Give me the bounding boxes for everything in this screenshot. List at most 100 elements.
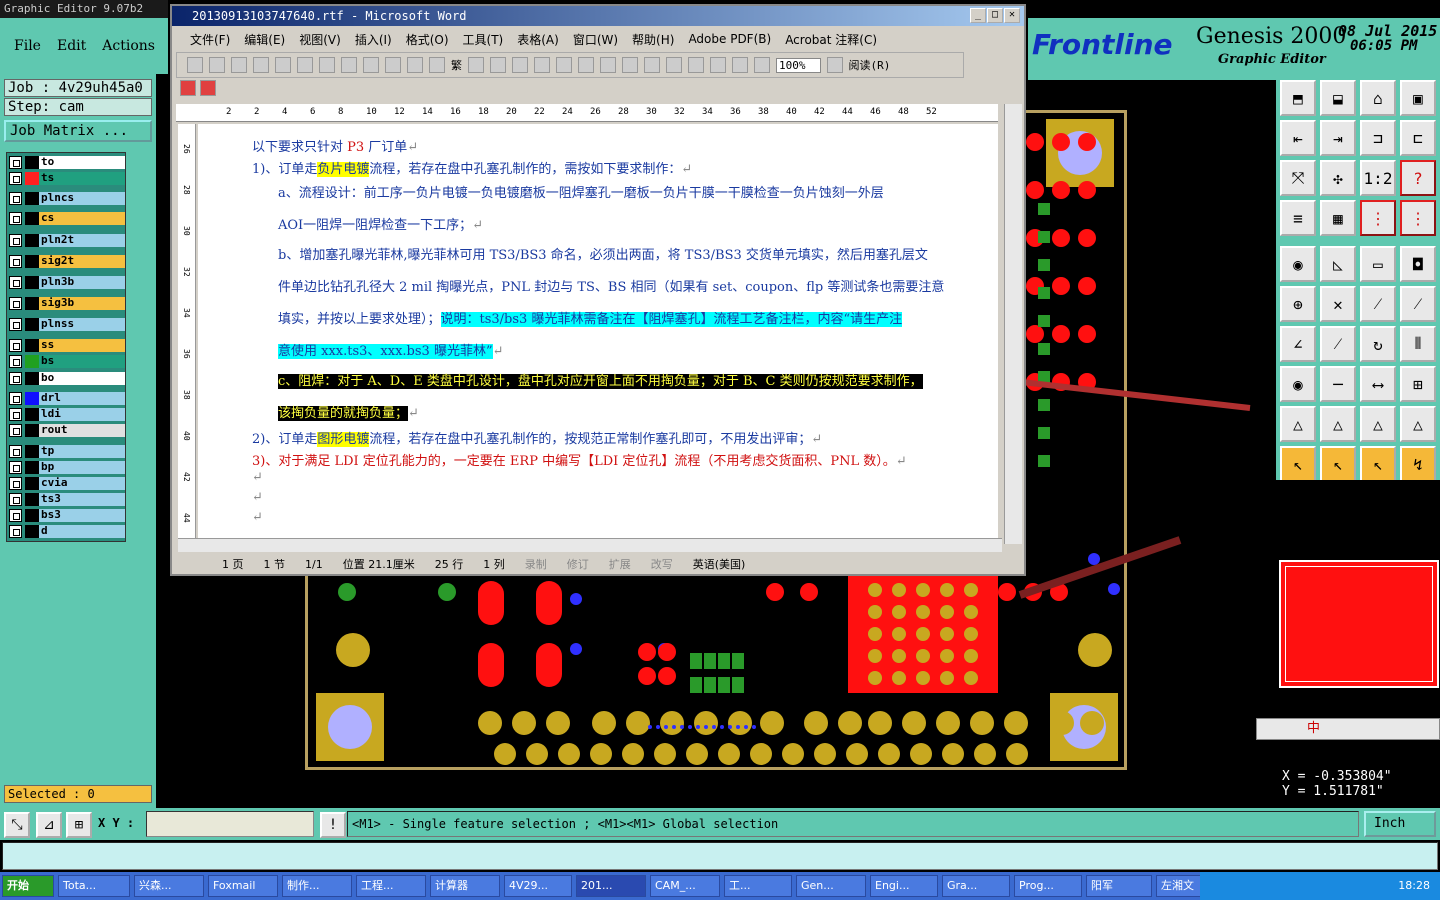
- layer-row-ss[interactable]: ss: [9, 338, 125, 352]
- layer-checkbox[interactable]: [9, 317, 22, 331]
- layer-row-drl[interactable]: drl: [9, 391, 125, 405]
- toolbar-icon[interactable]: [275, 57, 291, 73]
- layer-checkbox[interactable]: [9, 338, 22, 352]
- word-menu-item[interactable]: 工具(T): [463, 31, 504, 48]
- layer-name[interactable]: ldi: [39, 407, 125, 421]
- toolbar-icon[interactable]: [732, 57, 748, 73]
- xy-input[interactable]: [146, 811, 314, 837]
- toolbar-icon[interactable]: [666, 57, 682, 73]
- toolbar-icon[interactable]: [297, 57, 313, 73]
- layer-name[interactable]: bs: [39, 354, 125, 368]
- zoom-select[interactable]: 100%: [776, 57, 821, 73]
- layer-name[interactable]: cvia: [39, 476, 125, 490]
- layer-row-bp[interactable]: bp: [9, 460, 125, 474]
- tri1-icon[interactable]: △: [1280, 406, 1316, 442]
- toolbar-icon[interactable]: [468, 57, 484, 73]
- layer-row-ldi[interactable]: ldi: [9, 407, 125, 421]
- layer-row-bs3[interactable]: bs3: [9, 508, 125, 522]
- home-icon[interactable]: ⌂: [1360, 80, 1396, 116]
- layer-checkbox[interactable]: [9, 354, 22, 368]
- taskbar-item[interactable]: 工...: [724, 875, 792, 897]
- step-back-icon[interactable]: ⊏: [1400, 120, 1436, 156]
- read-mode-button[interactable]: 阅读(R): [849, 57, 891, 73]
- open-icon[interactable]: ⬒: [1280, 80, 1316, 116]
- minimize-button[interactable]: _: [970, 8, 986, 23]
- layer-name[interactable]: pln3b: [39, 275, 125, 289]
- word-menu-item[interactable]: 文件(F): [190, 31, 230, 48]
- menu-file[interactable]: File: [14, 38, 41, 54]
- layer-row-bo[interactable]: bo: [9, 371, 125, 385]
- point-icon[interactable]: ◉: [1280, 366, 1316, 402]
- layer-row-tp[interactable]: tp: [9, 444, 125, 458]
- info-icon[interactable]: !: [320, 812, 346, 838]
- toolbar-icon[interactable]: [231, 57, 247, 73]
- layer-checkbox[interactable]: [9, 296, 22, 310]
- layer-name[interactable]: ts: [39, 171, 125, 185]
- toolbar-icon[interactable]: [600, 57, 616, 73]
- taskbar-item[interactable]: Gen...: [796, 875, 866, 897]
- toolbar-icon[interactable]: [341, 57, 357, 73]
- node-icon[interactable]: ⊕: [1280, 286, 1316, 322]
- word-menu-item[interactable]: 编辑(E): [244, 31, 285, 48]
- menu-actions[interactable]: Actions: [102, 38, 155, 54]
- maximize-button[interactable]: □: [987, 8, 1003, 23]
- layer-checkbox[interactable]: [9, 254, 22, 268]
- word-menu-item[interactable]: 窗口(W): [573, 31, 618, 48]
- taskbar-item[interactable]: Prog...: [1014, 875, 1082, 897]
- layer-row-pln2t[interactable]: pln2t: [9, 233, 125, 247]
- tri4-icon[interactable]: △: [1400, 406, 1436, 442]
- left-icon[interactable]: ⇤: [1280, 120, 1316, 156]
- toolbar-icon[interactable]: [578, 57, 594, 73]
- layer-checkbox[interactable]: [9, 275, 22, 289]
- dotbox-icon[interactable]: ◘: [1400, 246, 1436, 282]
- tri2-icon[interactable]: △: [1320, 406, 1356, 442]
- layer-name[interactable]: sig3b: [39, 296, 125, 310]
- layer-row-sig2t[interactable]: sig2t: [9, 254, 125, 268]
- toolbar-icon[interactable]: [534, 57, 550, 73]
- job-matrix-button[interactable]: Job Matrix ...: [4, 120, 152, 142]
- pdf-email-icon[interactable]: [200, 80, 216, 96]
- word-menu-item[interactable]: 视图(V): [299, 31, 341, 48]
- taskbar-item[interactable]: 阳军: [1086, 875, 1152, 897]
- layer-name[interactable]: to: [39, 155, 125, 169]
- line-icon[interactable]: ⁄: [1320, 326, 1356, 362]
- close-button[interactable]: ✕: [1004, 8, 1020, 23]
- dim-icon[interactable]: ⟷: [1360, 366, 1396, 402]
- hline-icon[interactable]: ─: [1320, 366, 1356, 402]
- right-icon[interactable]: ⇥: [1320, 120, 1356, 156]
- grid-button[interactable]: ⊞: [66, 812, 92, 838]
- layer-checkbox[interactable]: [9, 191, 22, 205]
- toolbar-icon[interactable]: [429, 57, 445, 73]
- toolbar-icon[interactable]: [688, 57, 704, 73]
- layer-name[interactable]: bs3: [39, 508, 125, 522]
- ime-bar[interactable]: 中: [1256, 718, 1440, 740]
- array-icon[interactable]: ⊞: [1400, 366, 1436, 402]
- toolbar-icon[interactable]: [754, 57, 770, 73]
- angle-icon[interactable]: ∠: [1280, 326, 1316, 362]
- center-icon[interactable]: ✣: [1320, 160, 1356, 196]
- snap-icon[interactable]: ⋮: [1360, 200, 1396, 236]
- layers-icon[interactable]: ≡: [1280, 200, 1316, 236]
- taskbar-item[interactable]: Tota...: [58, 875, 130, 897]
- layer-row-cs[interactable]: cs: [9, 211, 125, 225]
- taskbar-item[interactable]: 制作...: [282, 875, 352, 897]
- toolbar-icon[interactable]: [253, 57, 269, 73]
- menu-edit[interactable]: Edit: [57, 38, 86, 54]
- toolbar-icon[interactable]: [556, 57, 572, 73]
- help-icon[interactable]: [826, 57, 843, 73]
- layer-row-ts3[interactable]: ts3: [9, 492, 125, 506]
- save-icon[interactable]: ⬓: [1320, 80, 1356, 116]
- tri3-icon[interactable]: △: [1360, 406, 1396, 442]
- layer-checkbox[interactable]: [9, 233, 22, 247]
- layer-checkbox[interactable]: [9, 155, 22, 169]
- word-menu-item[interactable]: Acrobat 注释(C): [785, 31, 877, 48]
- layer-name[interactable]: drl: [39, 391, 125, 405]
- layer-name[interactable]: cs: [39, 211, 125, 225]
- fit-icon[interactable]: ⤧: [1280, 160, 1316, 196]
- taskbar-item[interactable]: 兴森...: [134, 875, 204, 897]
- layer-row-plncs[interactable]: plncs: [9, 191, 125, 205]
- layer-checkbox[interactable]: [9, 444, 22, 458]
- layer-row-rout[interactable]: rout: [9, 423, 125, 437]
- horizontal-scrollbar[interactable]: [178, 538, 1002, 552]
- window-icon[interactable]: ▣: [1400, 80, 1436, 116]
